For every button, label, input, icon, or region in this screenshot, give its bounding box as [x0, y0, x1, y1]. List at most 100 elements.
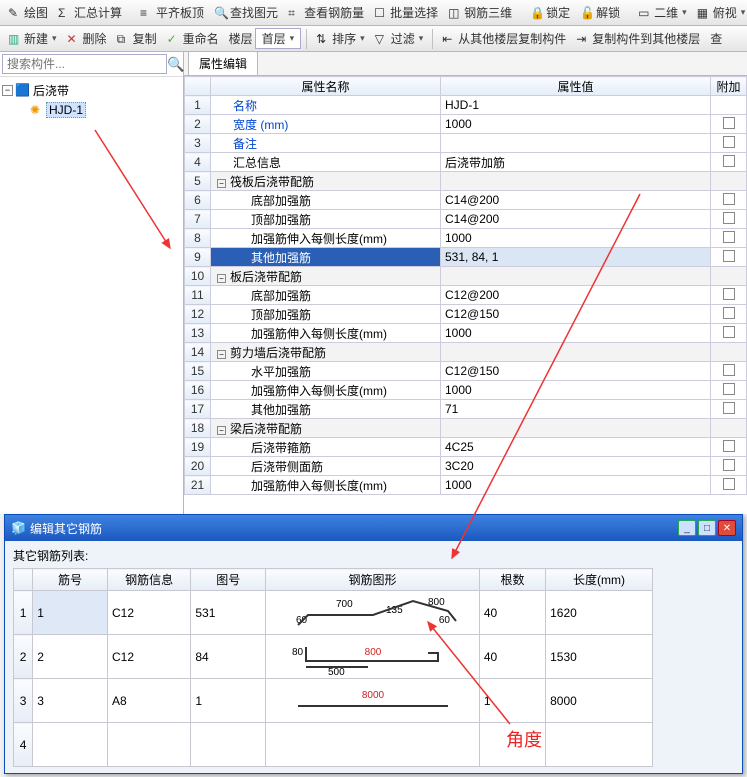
prop-name[interactable]: 加强筋伸入每侧长度(mm) — [211, 381, 441, 400]
expand-icon[interactable]: − — [217, 274, 226, 283]
rebar-shape[interactable]: 80 800 500 — [266, 635, 480, 679]
prop-row[interactable]: 13加强筋伸入每侧长度(mm)1000 — [185, 324, 747, 343]
prop-value[interactable]: 1000 — [441, 115, 711, 134]
tb-delete[interactable]: ✕删除 — [63, 28, 111, 49]
prop-name[interactable]: 备注 — [211, 134, 441, 153]
tb-new[interactable]: ▥新建 — [4, 28, 61, 49]
rebar-shape[interactable]: 60 700 135 800 60 — [266, 591, 480, 635]
prop-add[interactable] — [711, 457, 747, 476]
checkbox[interactable] — [723, 193, 735, 205]
tb-draw[interactable]: ✎绘图 — [4, 2, 52, 23]
prop-add[interactable] — [711, 96, 747, 115]
prop-add[interactable] — [711, 476, 747, 495]
prop-value[interactable]: 1000 — [441, 229, 711, 248]
prop-value[interactable]: 71 — [441, 400, 711, 419]
rebar-row[interactable]: 2 2 C12 84 80 800 500 40 1530 — [14, 635, 653, 679]
tree-item-hjd1[interactable]: ✺ HJD-1 — [30, 101, 181, 119]
prop-name[interactable]: 底部加强筋 — [211, 191, 441, 210]
rebar-len[interactable]: 8000 — [546, 679, 653, 723]
prop-name[interactable]: −剪力墙后浇带配筋 — [211, 343, 441, 362]
checkbox[interactable] — [723, 136, 735, 148]
prop-value[interactable]: C12@150 — [441, 362, 711, 381]
tab-properties[interactable]: 属性编辑 — [188, 51, 258, 75]
tb-copy[interactable]: ⧉复制 — [113, 28, 161, 49]
tb-unlock[interactable]: 🔓解锁 — [576, 2, 624, 23]
expand-icon[interactable]: − — [217, 179, 226, 188]
prop-row[interactable]: 18−梁后浇带配筋 — [185, 419, 747, 438]
prop-row[interactable]: 11底部加强筋C12@200 — [185, 286, 747, 305]
checkbox[interactable] — [723, 288, 735, 300]
close-button[interactable]: ✕ — [718, 520, 736, 536]
prop-row[interactable]: 19后浇带箍筋4C25 — [185, 438, 747, 457]
dialog-titlebar[interactable]: 🧊 编辑其它钢筋 _ □ ✕ — [5, 515, 742, 541]
tb-align-slab[interactable]: ≡平齐板顶 — [136, 2, 208, 23]
tb-find-elem[interactable]: 🔍查找图元 — [210, 2, 282, 23]
prop-name[interactable]: −板后浇带配筋 — [211, 267, 441, 286]
checkbox[interactable] — [723, 326, 735, 338]
rebar-row[interactable]: 4 — [14, 723, 653, 767]
tb-rename[interactable]: ✓重命名 — [163, 28, 223, 49]
prop-add[interactable] — [711, 153, 747, 172]
checkbox[interactable] — [723, 212, 735, 224]
search-input[interactable] — [2, 54, 167, 74]
prop-value[interactable] — [441, 267, 711, 286]
prop-add[interactable] — [711, 248, 747, 267]
rebar-shape[interactable]: 8000 — [266, 679, 480, 723]
prop-name[interactable]: 顶部加强筋 — [211, 210, 441, 229]
rebar-info[interactable]: C12 — [108, 635, 191, 679]
rebar-tu[interactable]: 1 — [191, 679, 266, 723]
prop-row[interactable]: 20后浇带侧面筋3C20 — [185, 457, 747, 476]
prop-row[interactable]: 21加强筋伸入每侧长度(mm)1000 — [185, 476, 747, 495]
rebar-row[interactable]: 1 1 C12 531 60 700 135 800 60 40 1620 — [14, 591, 653, 635]
tb-2d[interactable]: ▭二维 — [634, 2, 691, 23]
checkbox[interactable] — [723, 155, 735, 167]
prop-row[interactable]: 12顶部加强筋C12@150 — [185, 305, 747, 324]
prop-value[interactable]: C14@200 — [441, 191, 711, 210]
checkbox[interactable] — [723, 440, 735, 452]
tb-top-view[interactable]: ▦俯视 — [693, 2, 747, 23]
prop-value[interactable]: 1000 — [441, 381, 711, 400]
rebar-h-tu[interactable]: 图号 — [191, 569, 266, 591]
tb-copy-from-floor[interactable]: ⇤从其他楼层复制构件 — [438, 28, 570, 49]
tb-batch-select[interactable]: ☐批量选择 — [370, 2, 442, 23]
search-button[interactable]: 🔍 — [167, 56, 184, 73]
prop-name[interactable]: 加强筋伸入每侧长度(mm) — [211, 229, 441, 248]
rebar-gen[interactable]: 40 — [479, 635, 545, 679]
rebar-h-shape[interactable]: 钢筋图形 — [266, 569, 480, 591]
checkbox[interactable] — [723, 231, 735, 243]
prop-name[interactable]: 水平加强筋 — [211, 362, 441, 381]
prop-value[interactable]: 1000 — [441, 476, 711, 495]
floor-select[interactable]: 首层 — [255, 28, 302, 49]
rebar-id[interactable] — [33, 723, 108, 767]
prop-row[interactable]: 8加强筋伸入每侧长度(mm)1000 — [185, 229, 747, 248]
prop-name[interactable]: 后浇带侧面筋 — [211, 457, 441, 476]
prop-row[interactable]: 15水平加强筋C12@150 — [185, 362, 747, 381]
checkbox[interactable] — [723, 364, 735, 376]
tb-view-rebar[interactable]: ⌗查看钢筋量 — [284, 2, 368, 23]
tree-root[interactable]: − 🟦 后浇带 — [2, 81, 181, 99]
collapse-icon[interactable]: − — [2, 85, 13, 96]
tb-filter[interactable]: ▽过滤 — [371, 28, 428, 49]
prop-value[interactable] — [441, 343, 711, 362]
tb-more[interactable]: 查 — [706, 28, 726, 49]
prop-row[interactable]: 9其他加强筋531, 84, 1 — [185, 248, 747, 267]
rebar-tu[interactable]: 84 — [191, 635, 266, 679]
prop-name[interactable]: 名称 — [211, 96, 441, 115]
rebar-h-info[interactable]: 钢筋信息 — [108, 569, 191, 591]
rebar-h-id[interactable]: 筋号 — [33, 569, 108, 591]
prop-name[interactable]: 后浇带箍筋 — [211, 438, 441, 457]
prop-add[interactable] — [711, 419, 747, 438]
prop-add[interactable] — [711, 229, 747, 248]
prop-value[interactable] — [441, 172, 711, 191]
prop-add[interactable] — [711, 134, 747, 153]
rebar-len[interactable]: 1530 — [546, 635, 653, 679]
rebar-len[interactable]: 1620 — [546, 591, 653, 635]
prop-row[interactable]: 3备注 — [185, 134, 747, 153]
minimize-button[interactable]: _ — [678, 520, 696, 536]
tb-sort[interactable]: ⇅排序 — [312, 28, 369, 49]
expand-icon[interactable]: − — [217, 350, 226, 359]
prop-add[interactable] — [711, 400, 747, 419]
prop-value[interactable]: 4C25 — [441, 438, 711, 457]
prop-name[interactable]: 宽度 (mm) — [211, 115, 441, 134]
maximize-button[interactable]: □ — [698, 520, 716, 536]
